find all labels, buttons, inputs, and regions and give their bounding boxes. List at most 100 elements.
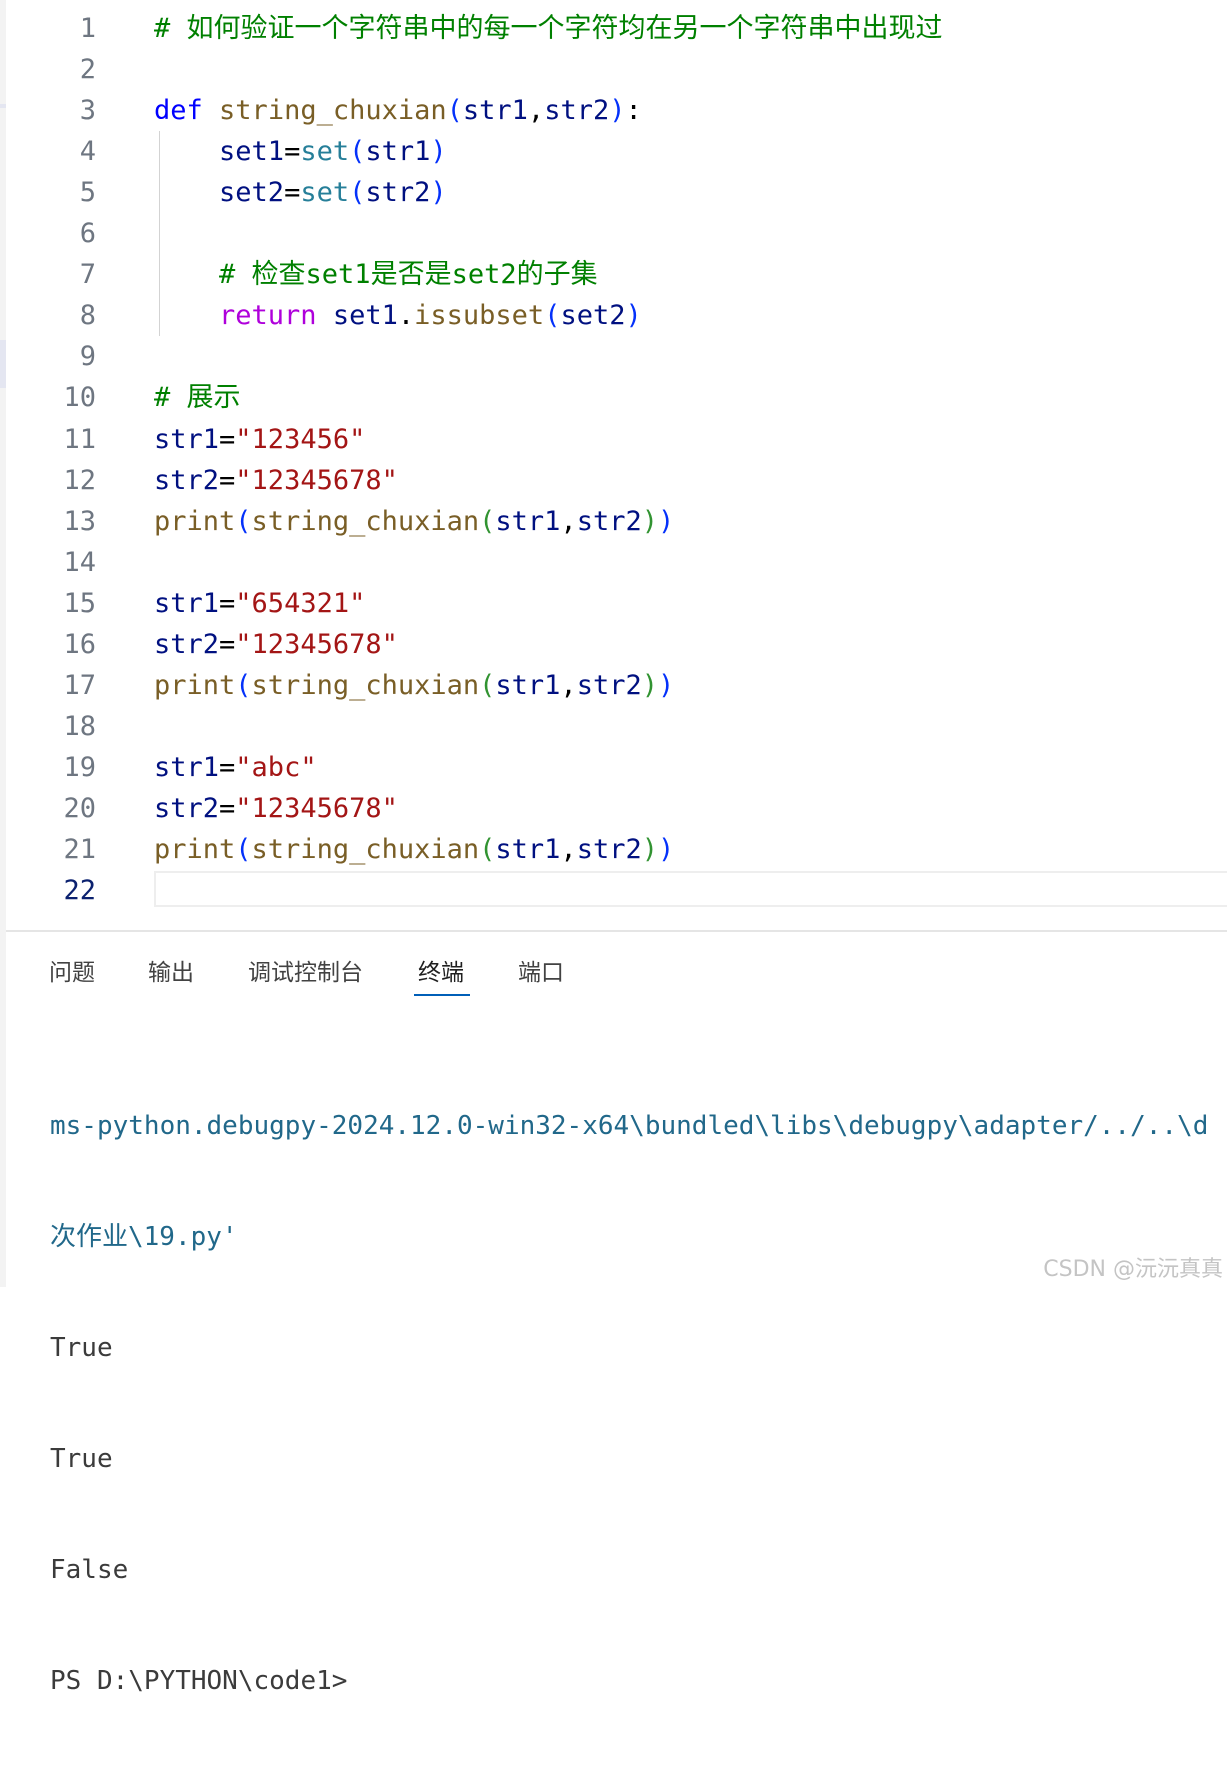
- code-line[interactable]: 9: [6, 336, 1227, 377]
- code-token: (: [479, 834, 496, 865]
- code-token: set1: [332, 300, 398, 332]
- code-token: print: [154, 834, 236, 865]
- code-text: set1=set(str1): [154, 131, 447, 172]
- code-line[interactable]: 6: [6, 213, 1227, 254]
- code-line[interactable]: 7 # 检查set1是否是set2的子集: [6, 254, 1227, 295]
- code-line[interactable]: 3 def string_chuxian(str1,str2):: [6, 90, 1227, 131]
- code-token: :: [625, 95, 642, 127]
- code-line[interactable]: 16 str2="12345678": [6, 624, 1227, 665]
- line-number: 7: [79, 259, 96, 291]
- line-number: 2: [79, 54, 96, 86]
- code-text: # 如何验证一个字符串中的每一个字符均在另一个字符串中出现过: [154, 8, 943, 49]
- code-token: =: [284, 136, 301, 168]
- code-token: print: [154, 505, 236, 537]
- code-token: ): [657, 669, 675, 701]
- code-token: # 如何验证一个字符串中的每一个字符均在另一个字符串中出现过: [154, 13, 943, 44]
- code-text: print(string_chuxian(str1,str2)): [154, 665, 674, 706]
- code-token: ,: [527, 95, 545, 127]
- code-token: str1: [154, 751, 220, 783]
- code-text: str1="abc": [154, 747, 317, 788]
- code-token: "123456": [235, 423, 366, 455]
- code-text: str2="12345678": [154, 460, 398, 501]
- terminal-path-line: ms-python.debugpy-2024.12.0-win32-x64\bu…: [50, 1111, 1209, 1141]
- code-line[interactable]: 22: [6, 870, 1227, 911]
- code-line[interactable]: 18: [6, 706, 1227, 747]
- code-token: ): [609, 95, 626, 127]
- line-number: 13: [63, 505, 96, 537]
- code-token: str2: [154, 792, 220, 824]
- code-token: str2: [576, 505, 642, 537]
- terminal-output[interactable]: ms-python.debugpy-2024.12.0-win32-x64\bu…: [50, 1034, 1227, 1774]
- code-line[interactable]: 10 # 展示: [6, 377, 1227, 418]
- code-token: str2: [576, 669, 642, 701]
- code-line[interactable]: 19 str1="abc": [6, 747, 1227, 788]
- code-line[interactable]: 11 str1="123456": [6, 419, 1227, 460]
- line-number: 18: [63, 710, 96, 742]
- line-number: 20: [63, 792, 96, 824]
- tab-output[interactable]: 输出: [148, 958, 194, 988]
- code-token: str2: [365, 177, 431, 209]
- code-text: print(string_chuxian(str1,str2)): [154, 829, 674, 870]
- code-line[interactable]: 21 print(string_chuxian(str1,str2)): [6, 829, 1227, 870]
- tab-terminal[interactable]: 终端: [418, 958, 464, 988]
- code-token: str2: [154, 464, 220, 496]
- code-token: set2: [560, 300, 626, 332]
- code-token: string_chuxian: [251, 834, 480, 865]
- code-text: def string_chuxian(str1,str2):: [154, 90, 642, 131]
- code-token: str2: [576, 834, 642, 865]
- code-token: ): [657, 505, 675, 537]
- code-token: str1: [365, 136, 431, 168]
- tab-ports[interactable]: 端口: [518, 958, 564, 988]
- line-number: 10: [63, 382, 96, 414]
- code-token: # 展示: [154, 382, 241, 414]
- code-text: str2="12345678": [154, 624, 398, 665]
- code-line[interactable]: 14: [6, 542, 1227, 583]
- terminal-output-line: False: [50, 1555, 129, 1585]
- code-token: str1: [154, 587, 220, 619]
- code-token: ): [430, 136, 447, 168]
- code-text: str1="123456": [154, 419, 365, 460]
- code-token: set: [300, 136, 350, 168]
- line-number: 3: [79, 95, 96, 127]
- code-line[interactable]: 2: [6, 49, 1227, 90]
- code-editor[interactable]: 1 # 如何验证一个字符串中的每一个字符均在另一个字符串中出现过 2 3 def str…: [6, 0, 1227, 930]
- code-token: string_chuxian: [251, 505, 480, 537]
- code-line[interactable]: 4 set1=set(str1): [6, 131, 1227, 172]
- code-token: ): [641, 669, 658, 701]
- code-token: str1: [495, 669, 561, 701]
- code-token: (: [235, 834, 252, 865]
- code-token: =: [219, 587, 236, 619]
- code-token: (: [479, 669, 496, 701]
- code-token: "12345678": [235, 792, 398, 824]
- code-token: set: [300, 177, 350, 209]
- code-token: str1: [495, 505, 561, 537]
- line-number: 1: [79, 13, 96, 44]
- code-token: issubset: [414, 300, 545, 332]
- code-line[interactable]: 8 return set1.issubset(set2): [6, 295, 1227, 336]
- code-token: "abc": [235, 751, 317, 783]
- code-line[interactable]: 15 str1="654321": [6, 583, 1227, 624]
- code-line[interactable]: 20 str2="12345678": [6, 788, 1227, 829]
- line-number: 16: [63, 628, 96, 660]
- code-line[interactable]: 17 print(string_chuxian(str1,str2)): [6, 665, 1227, 706]
- terminal-prompt[interactable]: PS D:\PYTHON\code1>: [50, 1663, 1227, 1700]
- terminal-output-line: True: [50, 1444, 113, 1474]
- code-token: "654321": [235, 587, 366, 619]
- code-text: set2=set(str2): [154, 172, 447, 213]
- code-token: (: [349, 136, 366, 168]
- code-token: =: [219, 792, 236, 824]
- tab-problems[interactable]: 问题: [49, 958, 95, 988]
- code-line[interactable]: 13 print(string_chuxian(str1,str2)): [6, 501, 1227, 542]
- code-token: ): [641, 505, 658, 537]
- tab-debug-console[interactable]: 调试控制台: [248, 958, 363, 988]
- line-number: 12: [63, 464, 96, 496]
- code-token: (: [479, 505, 496, 537]
- code-line[interactable]: 5 set2=set(str2): [6, 172, 1227, 213]
- code-line[interactable]: 1 # 如何验证一个字符串中的每一个字符均在另一个字符串中出现过: [6, 8, 1227, 49]
- code-line[interactable]: 12 str2="12345678": [6, 460, 1227, 501]
- line-number: 21: [63, 834, 96, 865]
- code-token: return: [219, 300, 317, 332]
- code-token: ,: [560, 669, 577, 701]
- code-token: string_chuxian: [251, 669, 480, 701]
